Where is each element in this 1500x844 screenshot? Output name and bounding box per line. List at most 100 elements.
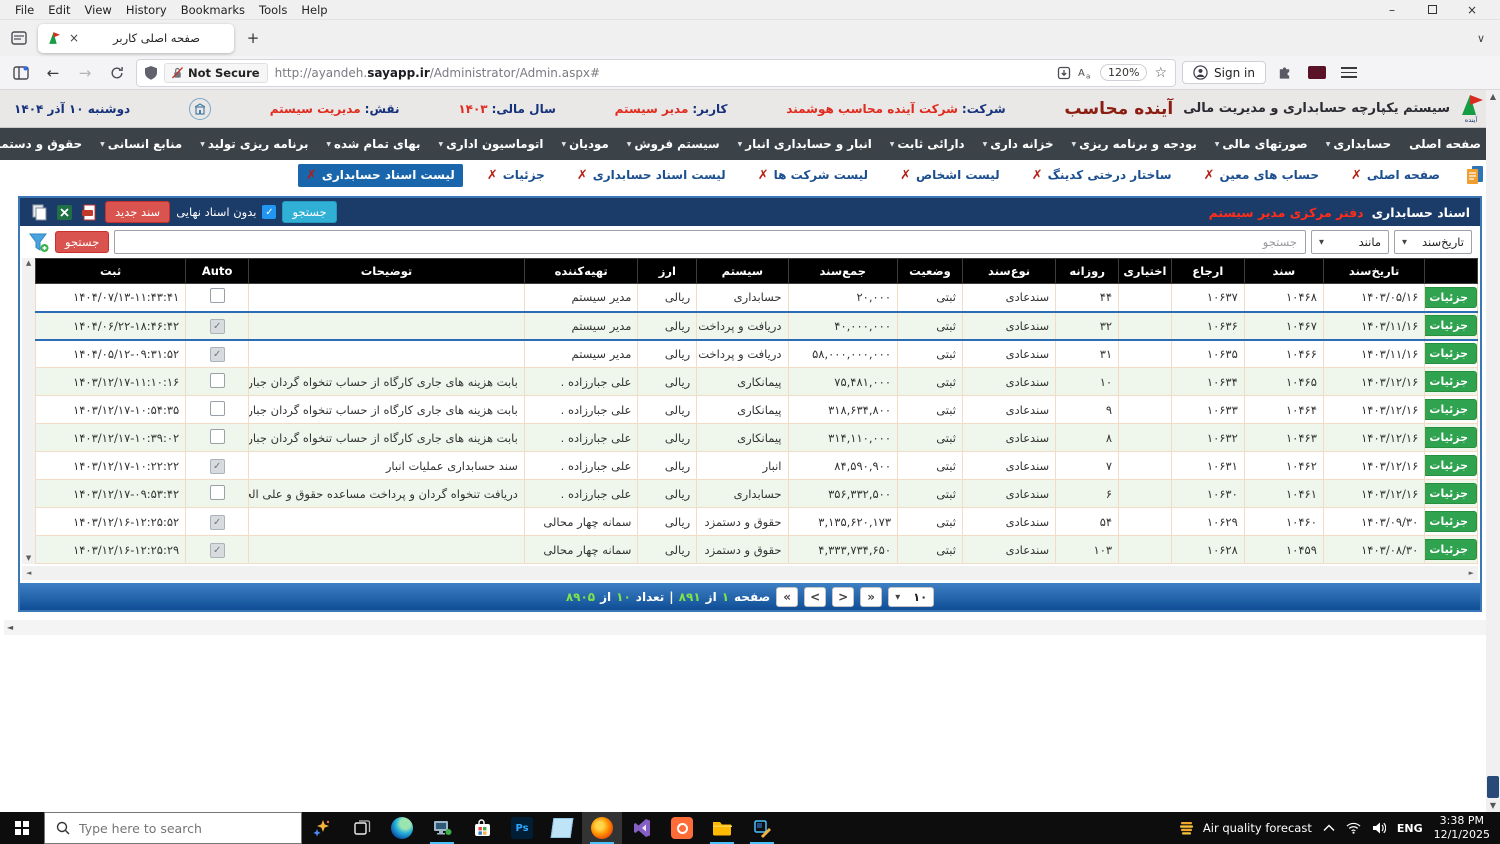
snipping-tool-icon[interactable] <box>742 812 782 844</box>
copy-icon[interactable] <box>30 203 49 222</box>
scroll-left-icon[interactable]: ◄ <box>7 623 13 632</box>
wifi-icon[interactable] <box>1346 822 1361 834</box>
app-menu-hamburger-icon[interactable] <box>1336 60 1362 86</box>
language-indicator[interactable]: ENG <box>1397 822 1423 835</box>
column-header[interactable]: تاریخ‌سند <box>1323 259 1424 284</box>
nav-item[interactable]: برنامه ریزی تولید▼ <box>191 137 317 151</box>
menu-tools[interactable]: Tools <box>252 2 294 18</box>
column-header[interactable]: نوع‌سند <box>962 259 1055 284</box>
auto-checkbox[interactable]: ✓ <box>210 515 225 530</box>
extensions-puzzle-icon[interactable] <box>1272 60 1298 86</box>
nav-item[interactable]: صورتهای مالی▼ <box>1206 137 1317 151</box>
page-horizontal-scrollbar[interactable]: ◄ ► <box>4 620 1496 635</box>
save-page-icon[interactable] <box>1057 66 1071 80</box>
nav-item[interactable]: حقوق و دستمزد▼ <box>0 137 91 151</box>
table-row[interactable]: جزئیات۱۴۰۳/۱۲/۱۶۱۰۴۶۵۱۰۶۳۴۱۰سندعادیثبتی۷… <box>36 368 1478 396</box>
menu-file[interactable]: File <box>8 2 41 18</box>
details-button[interactable]: جزئیات <box>1425 315 1477 336</box>
workspace-tab[interactable]: جزئیات✗ <box>479 164 553 187</box>
task-view-icon[interactable] <box>342 812 382 844</box>
notes-icon[interactable] <box>1464 164 1486 186</box>
photos-icon[interactable] <box>542 812 582 844</box>
scroll-right-icon[interactable]: ► <box>1469 570 1474 577</box>
filter-funnel-icon[interactable] <box>28 231 50 253</box>
nav-item[interactable]: حسابداری▼ <box>1317 137 1400 151</box>
orange-app-icon[interactable] <box>662 812 702 844</box>
close-icon[interactable]: ✗ <box>1351 168 1362 183</box>
auto-checkbox[interactable]: ✓ <box>210 347 225 362</box>
column-header[interactable]: روزانه <box>1056 259 1119 284</box>
nav-item[interactable]: بهای تمام شده▼ <box>317 137 429 151</box>
details-button[interactable]: جزئیات <box>1425 483 1477 504</box>
page-scrollbar-thumb[interactable] <box>1487 776 1499 798</box>
close-icon[interactable]: ✗ <box>1032 168 1043 183</box>
close-icon[interactable]: ✗ <box>758 168 769 183</box>
details-button[interactable]: جزئیات <box>1425 539 1477 560</box>
reload-button[interactable] <box>104 60 130 86</box>
details-button[interactable]: جزئیات <box>1425 455 1477 476</box>
nav-item[interactable]: منابع انسانی▼ <box>91 137 191 151</box>
details-button[interactable]: جزئیات <box>1425 343 1477 364</box>
last-page-button[interactable]: » <box>860 587 882 607</box>
table-row[interactable]: جزئیات۱۴۰۳/۱۲/۱۶۱۰۴۶۴۱۰۶۳۳۹سندعادیثبتی۳۱… <box>36 396 1478 424</box>
table-row[interactable]: جزئیات۱۴۰۳/۰۵/۱۶۱۰۴۶۸۱۰۶۳۷۴۴سندعادیثبتی۲… <box>36 284 1478 312</box>
column-header[interactable]: توضیحات <box>249 259 525 284</box>
weather-widget[interactable]: Air quality forecast <box>1178 820 1312 836</box>
theme-swatch-icon[interactable] <box>1304 60 1330 86</box>
table-vertical-scrollbar[interactable]: ▲ ▼ <box>22 258 35 564</box>
column-header[interactable]: وضعیت <box>898 259 963 284</box>
edge-icon[interactable] <box>382 812 422 844</box>
nav-item[interactable]: انبار و حسابداری انبار▼ <box>729 137 881 151</box>
column-header[interactable] <box>1425 259 1478 284</box>
menu-edit[interactable]: Edit <box>41 2 77 18</box>
url-field[interactable]: Not Secure http://ayandeh.sayapp.ir/Admi… <box>136 59 1176 87</box>
workspace-tab[interactable]: لیست شرکت ها✗ <box>750 164 876 187</box>
auto-checkbox[interactable] <box>210 429 225 444</box>
volume-icon[interactable] <box>1372 822 1386 834</box>
table-row[interactable]: جزئیات۱۴۰۳/۱۲/۱۶۱۰۴۶۱۱۰۶۳۰۶سندعادیثبتی۳۵… <box>36 480 1478 508</box>
nav-item[interactable]: صفحه اصلی <box>1400 137 1490 151</box>
scroll-down-icon[interactable]: ▼ <box>1490 801 1496 810</box>
menu-bookmarks[interactable]: Bookmarks <box>174 2 252 18</box>
column-header[interactable]: Auto <box>186 259 249 284</box>
nav-item[interactable]: مودیان▼ <box>552 137 617 151</box>
file-explorer-icon[interactable] <box>702 812 742 844</box>
nav-item[interactable]: بودجه و برنامه ریزی▼ <box>1063 137 1206 151</box>
new-tab-button[interactable]: + <box>240 29 266 47</box>
workspace-tab[interactable]: لیست اشخاص✗ <box>892 164 1008 187</box>
list-tabs-chevron-icon[interactable]: ∨ <box>1468 32 1494 45</box>
auto-checkbox[interactable] <box>210 401 225 416</box>
nav-item[interactable]: سیستم فروش▼ <box>618 137 729 151</box>
details-button[interactable]: جزئیات <box>1425 371 1477 392</box>
column-header[interactable]: جمع‌سند <box>788 259 898 284</box>
translate-icon[interactable]: Aa <box>1078 66 1093 79</box>
search-input[interactable] <box>114 230 1306 254</box>
details-button[interactable]: جزئیات <box>1425 287 1477 308</box>
table-row[interactable]: جزئیات۱۴۰۳/۰۸/۳۰۱۰۴۵۹۱۰۶۲۸۱۰۳سندعادیثبتی… <box>36 536 1478 564</box>
close-icon[interactable]: ✗ <box>306 168 317 183</box>
table-horizontal-scrollbar[interactable]: ◄ ► <box>22 566 1478 580</box>
column-header[interactable]: اختیاری <box>1119 259 1172 284</box>
auto-checkbox[interactable]: ✓ <box>210 459 225 474</box>
nav-item[interactable]: اتوماسیون اداری▼ <box>429 137 552 151</box>
auto-checkbox[interactable] <box>210 485 225 500</box>
close-icon[interactable]: ✗ <box>900 168 911 183</box>
firefox-icon[interactable] <box>582 812 622 844</box>
menu-help[interactable]: Help <box>294 2 334 18</box>
table-row[interactable]: جزئیات۱۴۰۳/۱۱/۱۶۱۰۴۶۶۱۰۶۳۵۳۱سندعادیثبتی۵… <box>36 340 1478 368</box>
signin-button[interactable]: Sign in <box>1182 61 1266 84</box>
back-button[interactable]: ← <box>40 60 66 86</box>
taskbar-search-input[interactable] <box>79 821 259 836</box>
workspace-tab[interactable]: ساختار درختی کدینگ✗ <box>1024 164 1180 187</box>
close-icon[interactable]: ✗ <box>487 168 498 183</box>
column-header[interactable]: ارز <box>638 259 697 284</box>
zoom-level-button[interactable]: 120% <box>1100 64 1147 81</box>
copilot-icon[interactable] <box>302 812 342 844</box>
details-button[interactable]: جزئیات <box>1425 399 1477 420</box>
filter-operator-dropdown[interactable]: مانند ▼ <box>1311 230 1389 254</box>
taskbar-clock[interactable]: 3:38 PM 12/1/2025 <box>1434 814 1490 843</box>
column-header[interactable]: ثبت <box>36 259 186 284</box>
photoshop-icon[interactable]: Ps <box>502 812 542 844</box>
next-page-button[interactable]: > <box>832 587 854 607</box>
search-button-red[interactable]: جستجو <box>55 231 109 253</box>
